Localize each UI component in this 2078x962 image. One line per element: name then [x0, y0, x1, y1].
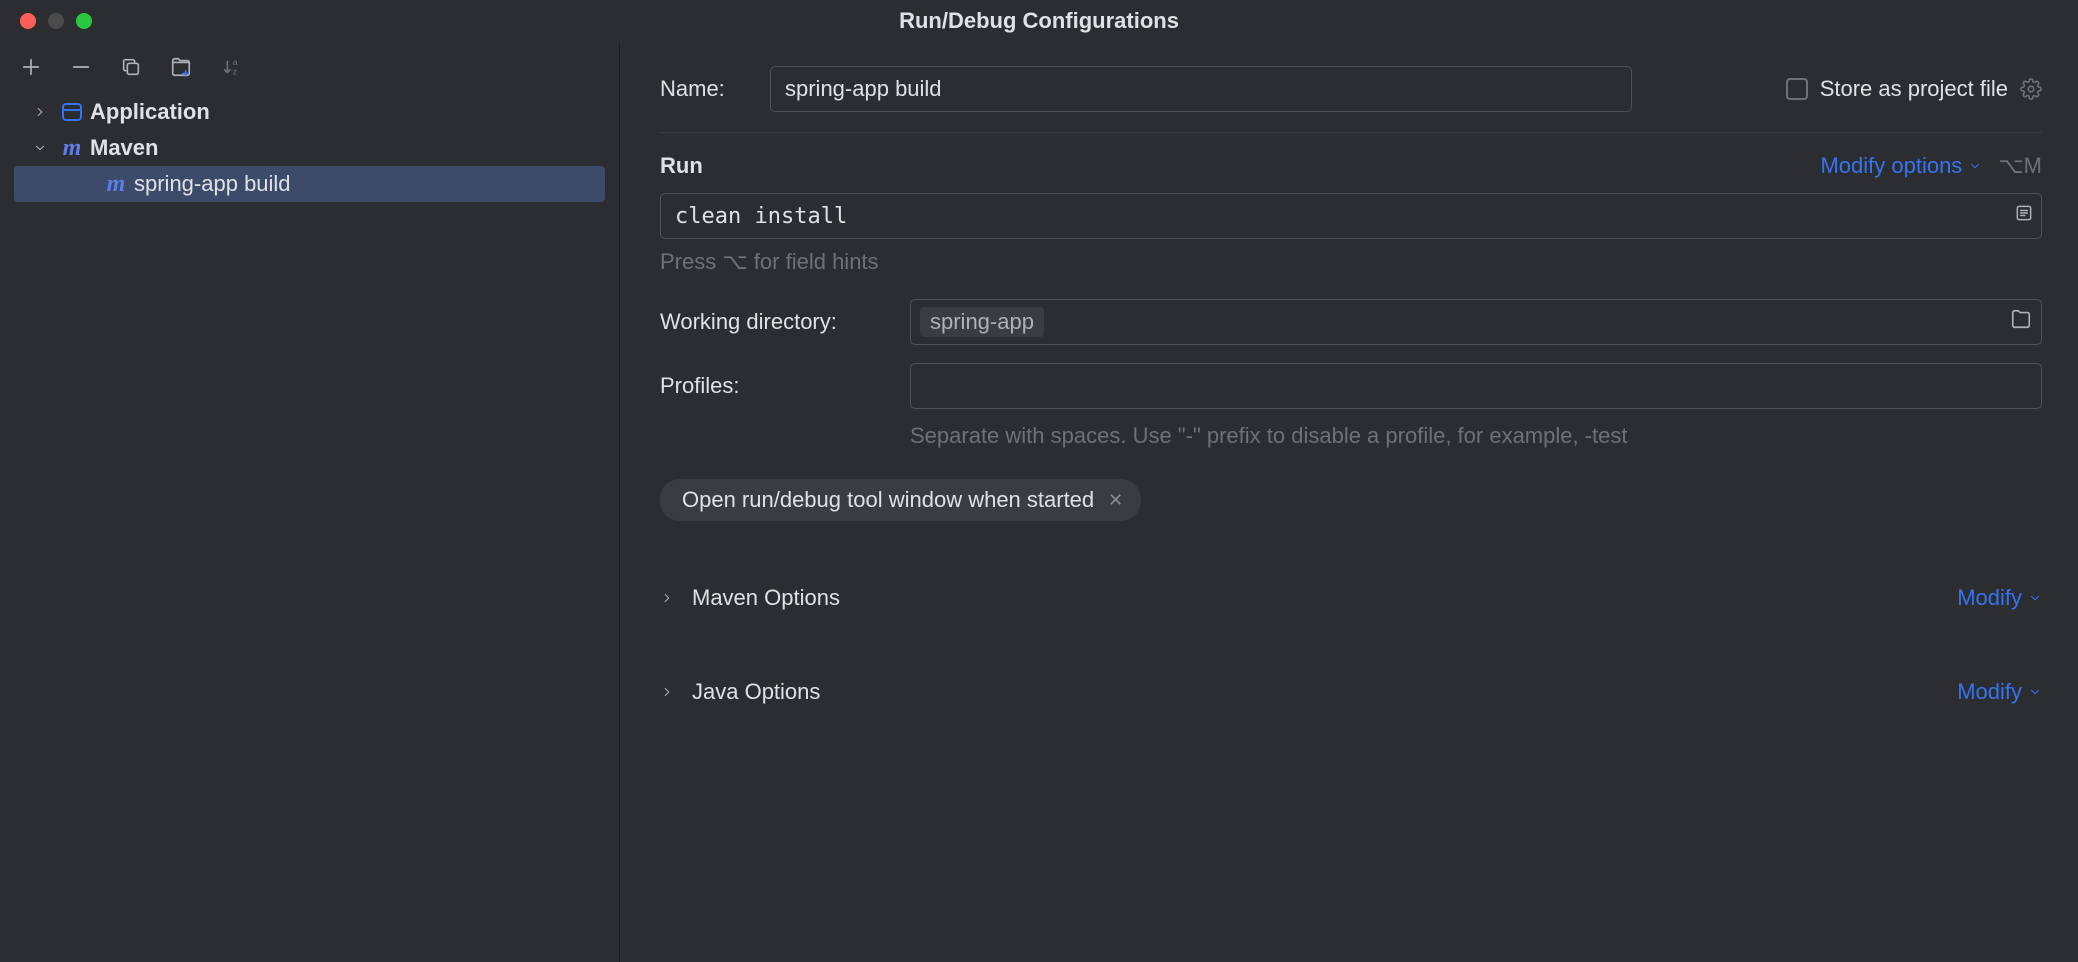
maximize-window-button[interactable]: [76, 13, 92, 29]
modify-options-shortcut: ⌥M: [1998, 153, 2042, 179]
profiles-input[interactable]: [910, 363, 2042, 409]
tree-label: spring-app build: [134, 171, 291, 197]
java-options-title: Java Options: [692, 679, 820, 705]
profiles-row: Profiles:: [660, 363, 2042, 409]
gear-icon[interactable]: [2020, 78, 2042, 100]
java-options-modify-link[interactable]: Modify: [1957, 679, 2042, 705]
sort-az-button[interactable]: az: [218, 54, 244, 80]
save-template-button[interactable]: [168, 54, 194, 80]
maven-icon: m: [60, 136, 84, 160]
tree-item-application[interactable]: Application: [14, 94, 605, 130]
tree-label: Maven: [90, 135, 158, 161]
chevron-right-icon: [660, 685, 674, 699]
maven-options-section[interactable]: Maven Options Modify: [660, 571, 2042, 625]
tree-item-spring-app-build[interactable]: m spring-app build: [14, 166, 605, 202]
store-as-project-file[interactable]: Store as project file: [1786, 76, 2042, 102]
modify-options-label: Modify options: [1820, 153, 1962, 179]
expand-field-icon[interactable]: [2014, 203, 2034, 229]
working-directory-input[interactable]: [910, 299, 2042, 345]
modify-label: Modify: [1957, 679, 2022, 705]
chip-remove-icon[interactable]: ✕: [1108, 490, 1123, 511]
chip-label: Open run/debug tool window when started: [682, 487, 1094, 513]
command-input-wrap: clean install: [660, 193, 2042, 239]
name-input[interactable]: [770, 66, 1632, 112]
add-config-button[interactable]: [18, 54, 44, 80]
minimize-window-button[interactable]: [48, 13, 64, 29]
maven-options-title: Maven Options: [692, 585, 840, 611]
store-checkbox[interactable]: [1786, 78, 1808, 100]
run-section-header: Run Modify options ⌥M: [660, 153, 2042, 179]
java-options-section[interactable]: Java Options Modify: [660, 665, 2042, 719]
modify-options-link[interactable]: Modify options: [1820, 153, 1982, 179]
svg-text:z: z: [233, 67, 237, 76]
sidebar-toolbar: az: [0, 42, 619, 88]
window-title: Run/Debug Configurations: [899, 8, 1179, 34]
remove-config-button[interactable]: [68, 54, 94, 80]
chevron-right-icon: [30, 105, 50, 119]
svg-text:a: a: [233, 58, 238, 67]
config-tree: Application m Maven m spring-app build: [0, 88, 619, 202]
application-icon: [60, 100, 84, 124]
name-row: Name: Store as project file: [660, 66, 2042, 112]
content: az Application m Maven m spring-app buil: [0, 42, 2078, 962]
chevron-down-icon: [30, 141, 50, 155]
command-text: clean install: [661, 204, 847, 229]
maven-icon: m: [104, 172, 128, 196]
close-window-button[interactable]: [20, 13, 36, 29]
name-label: Name:: [660, 76, 730, 102]
profiles-hint: Separate with spaces. Use "-" prefix to …: [910, 423, 2042, 449]
store-label: Store as project file: [1820, 76, 2008, 102]
sidebar: az Application m Maven m spring-app buil: [0, 42, 620, 962]
working-directory-label: Working directory:: [660, 309, 910, 335]
tree-item-maven[interactable]: m Maven: [14, 130, 605, 166]
profiles-label: Profiles:: [660, 373, 910, 399]
run-section-title: Run: [660, 153, 703, 179]
browse-folder-icon[interactable]: [2010, 308, 2032, 336]
copy-config-button[interactable]: [118, 54, 144, 80]
window-controls: [0, 13, 92, 29]
command-hint: Press ⌥ for field hints: [660, 249, 2042, 275]
option-chip-open-tool-window[interactable]: Open run/debug tool window when started …: [660, 479, 1141, 521]
chevron-right-icon: [660, 591, 674, 605]
command-input[interactable]: clean install: [660, 193, 2042, 239]
titlebar: Run/Debug Configurations: [0, 0, 2078, 42]
maven-options-modify-link[interactable]: Modify: [1957, 585, 2042, 611]
divider: [660, 132, 2042, 133]
main-panel: Name: Store as project file Run Modify o…: [620, 42, 2078, 962]
modify-label: Modify: [1957, 585, 2022, 611]
working-directory-row: Working directory: spring-app: [660, 299, 2042, 345]
tree-label: Application: [90, 99, 210, 125]
